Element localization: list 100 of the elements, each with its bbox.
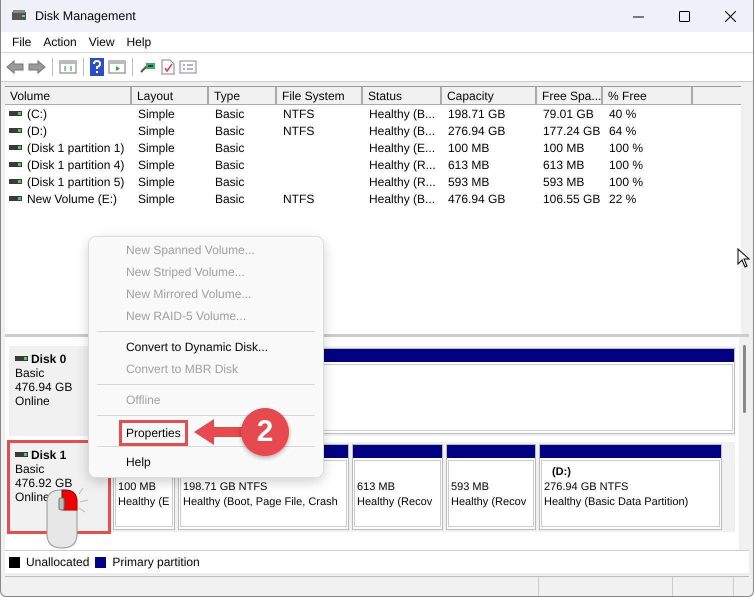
table-cell: Basic [215,174,244,188]
partition-status: Healthy (Boot, Page File, Crash [183,494,339,510]
table-cell: Basic [215,192,244,206]
callout-arrow [194,418,244,446]
drive-icon [9,110,22,117]
column-header[interactable]: Type [209,87,277,105]
table-cell[interactable]: (Disk 1 partition 1) [27,140,124,154]
back-icon[interactable] [6,60,24,74]
partition-size: 276.94 GB NTFS [544,480,630,495]
table-cell: 100 % [609,140,644,154]
table-cell: Basic [215,140,244,154]
column-header[interactable]: Volume [5,87,132,105]
table-cell: Basic [215,106,244,120]
table-cell: Healthy (B... [369,106,436,120]
table-cell: 22 % [609,192,636,206]
partition-block[interactable]: (D:) 276.94 GB NTFS Healthy (Basic Data Partition) [539,444,722,530]
drive-icon [9,127,22,134]
table-cell: 476.94 GB [448,192,506,206]
maximize-button[interactable] [678,10,690,22]
table-cell: 79.01 GB [543,106,594,120]
table-cell: Healthy (E... [369,140,436,154]
menu-item[interactable]: Convert to Dynamic Disk... [126,336,268,358]
menu-item[interactable]: File [6,35,38,49]
column-header[interactable]: Layout [132,87,209,105]
table-cell[interactable]: New Volume (E:) [27,192,118,206]
column-header[interactable]: Free Spa... [537,87,603,105]
table-cell: Healthy (B... [369,192,436,206]
table-cell: 613 MB [448,158,490,172]
disk-info: 476.94 GB [15,380,74,394]
table-cell: 100 % [609,174,644,188]
partition-size: 613 MB [357,480,396,495]
drive-icon [9,178,22,185]
legend-label: Primary partition [112,555,200,570]
table-cell[interactable]: (D:) [27,124,47,138]
table-cell[interactable]: (Disk 1 partition 5) [27,174,124,188]
table-cell: Basic [215,124,244,138]
close-button[interactable] [724,10,736,22]
checklist-icon[interactable] [161,59,175,75]
partition-status: Healthy (E [118,494,170,510]
drive-icon [15,355,28,362]
column-header[interactable]: Capacity [442,87,537,105]
table-cell: Healthy (R... [369,158,436,172]
disk-name: Disk 1 [31,448,66,462]
table-cell: 276.94 GB [448,124,506,138]
table-cell: Simple [138,124,175,138]
menu-item[interactable]: View [82,35,120,49]
scrollbar[interactable] [739,336,749,550]
table-cell: 100 MB [448,140,490,154]
partition-block[interactable]: 613 MB Healthy (Recov [352,444,443,530]
table-cell[interactable]: (C:) [27,106,47,120]
list-icon[interactable] [179,60,197,74]
table-cell: 40 % [609,106,636,120]
table-cell: 198.71 GB [448,106,506,120]
partition-status: Healthy (Recov [357,494,434,510]
disk-info: Online [15,490,51,504]
disk-info: Basic [15,462,46,476]
column-header[interactable]: % Free [603,87,693,105]
column-header[interactable]: File System [277,87,363,105]
forward-icon[interactable] [28,60,46,74]
window-title: Disk Management [35,9,136,23]
table-cell: NTFS [283,124,314,138]
table-cell: 100 MB [543,140,584,154]
app-icon [11,9,27,23]
table-cell: NTFS [283,192,314,206]
partition-status: Healthy (Recov [451,494,528,510]
drive-icon [9,161,22,168]
help-icon[interactable] [90,58,104,76]
menu-item[interactable]: Help [126,451,151,473]
table-cell: 64 % [609,124,636,138]
disk-name: Disk 0 [31,352,66,366]
panel-play-icon[interactable] [108,60,126,74]
drive-icon [9,195,22,202]
table-cell: Simple [138,158,175,172]
connect-icon[interactable] [139,60,157,74]
drive-icon [15,451,28,458]
partition-status: Healthy (Basic Data Partition) [544,494,690,510]
partition-size: 100 MB [118,480,157,495]
table-cell: Basic [215,158,244,172]
disk-info: Online [15,394,51,408]
table-cell: 593 MB [448,174,490,188]
table-cell: 106.55 GB [543,192,600,206]
table-cell: Healthy (B... [369,124,436,138]
menu-item[interactable]: Properties [119,420,188,446]
disk-info: Basic [15,366,46,380]
menu-item[interactable]: Help [120,35,158,49]
column-header[interactable]: Status [363,87,442,105]
partition-size: 198.71 GB NTFS [183,480,268,495]
drive-icon [9,144,22,151]
table-cell: Simple [138,174,175,188]
menu-item[interactable]: Action [37,35,83,49]
panel-icon[interactable] [59,60,77,74]
partition-size: 593 MB [451,480,490,495]
table-cell: 613 MB [543,158,584,172]
disk-info: 476.92 GB [15,476,74,490]
partition-block[interactable]: 593 MB Healthy (Recov [446,444,536,530]
partition-label: (D:) [551,464,572,480]
table-cell: NTFS [283,106,314,120]
table-cell[interactable]: (Disk 1 partition 4) [27,158,124,172]
table-cell: Simple [138,140,175,154]
legend-label: Unallocated [26,555,90,570]
